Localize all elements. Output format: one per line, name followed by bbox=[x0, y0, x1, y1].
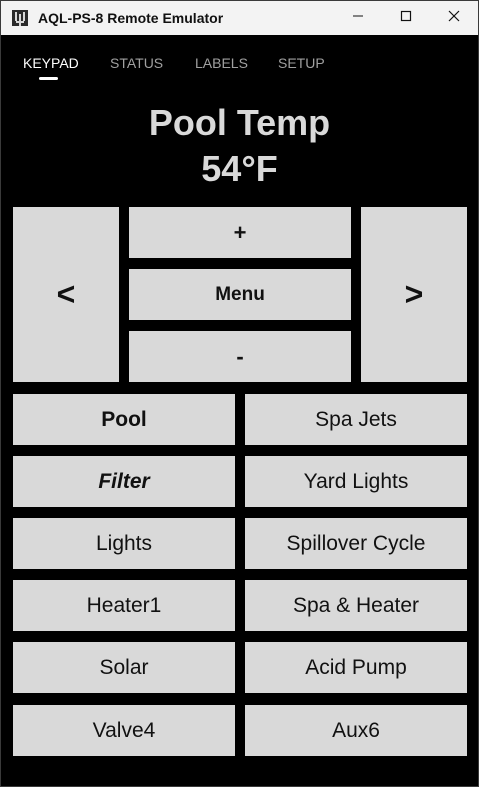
maximize-button[interactable] bbox=[382, 1, 430, 35]
left-arrow-button[interactable]: < bbox=[13, 207, 119, 382]
cable-plug-icon bbox=[11, 9, 29, 27]
solar-button[interactable]: Solar bbox=[13, 642, 235, 693]
minimize-button[interactable] bbox=[334, 1, 382, 35]
plus-button[interactable]: + bbox=[129, 207, 351, 258]
tab-bar: KEYPAD STATUS LABELS SETUP bbox=[1, 35, 478, 87]
filter-button[interactable]: Filter bbox=[13, 456, 235, 507]
spa-jets-button[interactable]: Spa Jets bbox=[245, 394, 467, 445]
close-icon bbox=[448, 9, 460, 27]
tab-setup[interactable]: SETUP bbox=[278, 55, 325, 71]
heater1-button[interactable]: Heater1 bbox=[13, 580, 235, 631]
spa-and-heater-button[interactable]: Spa & Heater bbox=[245, 580, 467, 631]
acid-pump-button[interactable]: Acid Pump bbox=[245, 642, 467, 693]
yard-lights-button[interactable]: Yard Lights bbox=[245, 456, 467, 507]
app-window: AQL-PS-8 Remote Emulator KEYPAD STATUS L… bbox=[0, 0, 479, 787]
window-title: AQL-PS-8 Remote Emulator bbox=[38, 10, 224, 26]
tab-labels[interactable]: LABELS bbox=[195, 55, 248, 71]
lights-button[interactable]: Lights bbox=[13, 518, 235, 569]
pool-button[interactable]: Pool bbox=[13, 394, 235, 445]
title-bar[interactable]: AQL-PS-8 Remote Emulator bbox=[1, 1, 478, 35]
aux6-button[interactable]: Aux6 bbox=[245, 705, 467, 756]
tab-keypad[interactable]: KEYPAD bbox=[23, 55, 79, 71]
minimize-icon bbox=[352, 9, 364, 27]
active-tab-indicator bbox=[39, 77, 58, 80]
minus-button[interactable]: - bbox=[129, 331, 351, 382]
display-line-1: Pool Temp bbox=[148, 102, 331, 143]
tab-status[interactable]: STATUS bbox=[110, 55, 163, 71]
close-button[interactable] bbox=[430, 1, 478, 35]
right-arrow-button[interactable]: > bbox=[361, 207, 467, 382]
valve4-button[interactable]: Valve4 bbox=[13, 705, 235, 756]
maximize-icon bbox=[400, 9, 412, 27]
menu-button[interactable]: Menu bbox=[129, 269, 351, 320]
display-line-2: 54°F bbox=[201, 148, 278, 189]
spillover-cycle-button[interactable]: Spillover Cycle bbox=[245, 518, 467, 569]
